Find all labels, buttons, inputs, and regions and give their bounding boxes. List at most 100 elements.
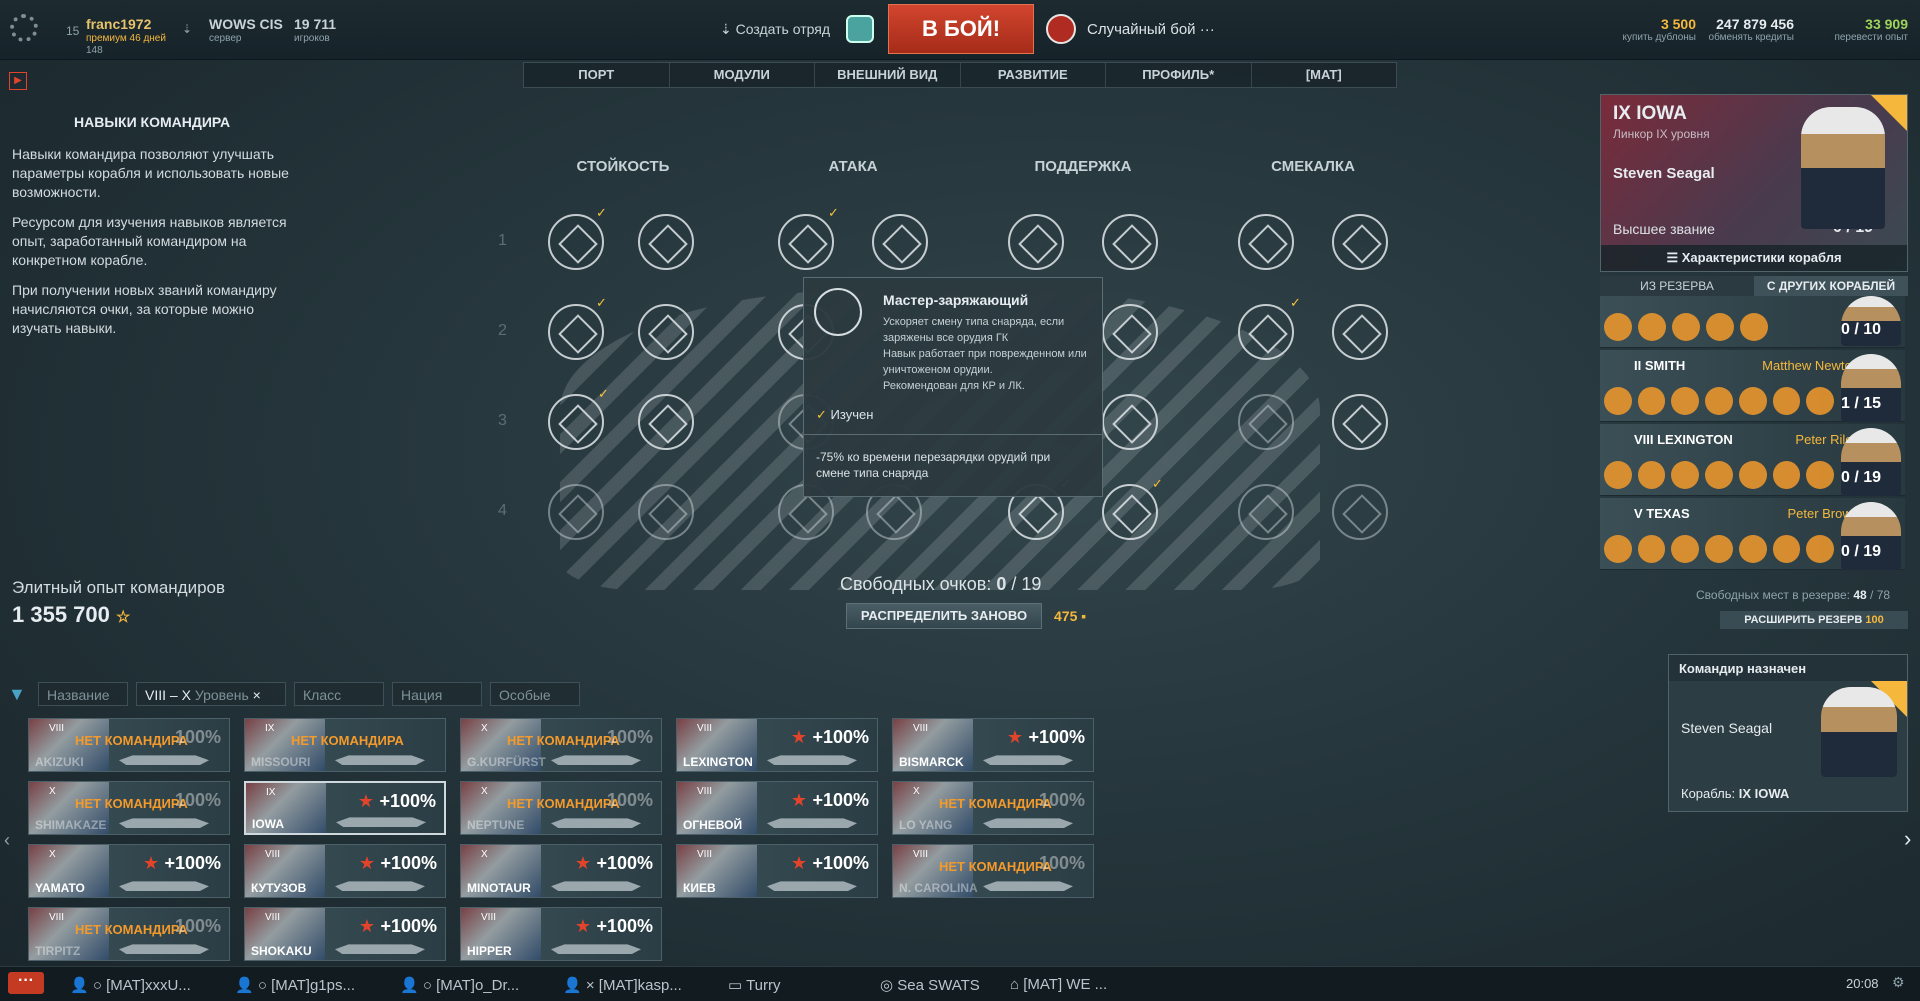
tab-from-reserve[interactable]: ИЗ РЕЗЕРВА	[1600, 276, 1754, 296]
ship-card[interactable]: IX ★ +100% IOWA	[244, 781, 446, 835]
reserve-commander-0[interactable]: 0 / 10	[1600, 296, 1905, 348]
ship-card[interactable]: VIII ★ +100% SHOKAKU	[244, 907, 446, 961]
skill-aa-defense-icon[interactable]	[1102, 394, 1158, 450]
chat-contact-4[interactable]: 👤 × [MAT]kasp...	[563, 976, 682, 994]
battle-mode-selector[interactable]: Случайный бой ···	[1087, 21, 1215, 38]
redistribute-button[interactable]: РАСПРЕДЕЛИТЬ ЗАНОВО	[846, 603, 1042, 629]
tab-appearance[interactable]: ВНЕШНИЙ ВИД	[815, 63, 961, 87]
credits[interactable]: 247 879 456 обменять кредиты	[1708, 16, 1794, 43]
skill-superintendent-icon[interactable]	[638, 394, 694, 450]
reserve-commander-3[interactable]: V TEXAS Peter Brown 0 / 19	[1600, 498, 1905, 570]
ship-card[interactable]: VIII НЕТ КОМАНДИРА 100% N. CAROLINA	[892, 844, 1094, 898]
ship-card[interactable]: VIII ★ +100% ОГНЕВОЙ	[676, 781, 878, 835]
skill-air-supremacy-icon[interactable]	[872, 214, 928, 270]
tab-modules[interactable]: МОДУЛИ	[670, 63, 815, 87]
ship-name: NEPTUNE	[467, 818, 525, 832]
chevron-right-icon[interactable]: ›	[1904, 826, 1911, 852]
skill-vigilance-icon[interactable]	[1332, 394, 1388, 450]
chevron-left-icon[interactable]: ‹	[4, 830, 10, 851]
squad-icon[interactable]	[846, 15, 874, 43]
tab-from-other-ships[interactable]: С ДРУГИХ КОРАБЛЕЙ	[1754, 276, 1908, 296]
learned-check-icon: ✓	[1152, 476, 1163, 491]
ship-card[interactable]: X ★ +100% MINOTAUR	[460, 844, 662, 898]
create-squad-button[interactable]: ⇣ Создать отряд	[720, 21, 830, 38]
battle-button[interactable]: В БОЙ!	[888, 4, 1034, 54]
reserve-commander-2[interactable]: VIII LEXINGTON Peter Riley 0 / 19	[1600, 424, 1905, 496]
filter-icon[interactable]: ▼	[8, 684, 26, 705]
skill-advanced-firing-icon[interactable]	[1102, 484, 1158, 540]
ship-card[interactable]: VIII НЕТ КОМАНДИРА 100% AKIZUKI	[28, 718, 230, 772]
tab-development[interactable]: РАЗВИТИЕ	[961, 63, 1106, 87]
skill-smoke-icon[interactable]	[638, 484, 694, 540]
expand-reserve-button[interactable]: РАСШИРИТЬ РЕЗЕРВ 100	[1720, 611, 1908, 629]
chat-contact-label: [MAT]g1ps...	[271, 977, 355, 994]
skill-engine-icon[interactable]	[1332, 304, 1388, 360]
ship-card[interactable]: VIII ★ +100% LEXINGTON	[676, 718, 878, 772]
chat-contact-1[interactable]: 👤 ○ [MAT]xxxU...	[70, 976, 191, 994]
ship-stats-button[interactable]: ☰ Характеристики корабля	[1601, 245, 1907, 271]
no-commander-label: НЕТ КОМАНДИРА	[75, 733, 188, 748]
settings-icon[interactable]: ⚙	[1892, 974, 1905, 991]
skill-radio-location-icon[interactable]	[1332, 484, 1388, 540]
chat-contact-label: Turry	[746, 977, 781, 994]
doubloons[interactable]: 3 500 купить дублоны	[1612, 16, 1696, 43]
skill-repair-icon[interactable]	[548, 304, 604, 360]
skill-high-alert-icon[interactable]	[548, 394, 604, 450]
ship-card[interactable]: X НЕТ КОМАНДИРА 100% SHIMAKAZE	[28, 781, 230, 835]
skill-fighter-icon[interactable]	[1102, 214, 1158, 270]
chat-contact-6[interactable]: ◎ Sea SWATS	[880, 976, 980, 994]
chevron-down-icon[interactable]: ⇣	[182, 22, 192, 36]
ship-card[interactable]: X НЕТ КОМАНДИРА 100% G.KURFÜRST	[460, 718, 662, 772]
ship-card[interactable]: VIII ★ +100% HIPPER	[460, 907, 662, 961]
chat-contact-3[interactable]: 👤 ○ [MAT]o_Dr...	[400, 976, 519, 994]
skill-incoming-fire-alert-icon[interactable]	[638, 214, 694, 270]
reserve-commander-1[interactable]: II SMITH Matthew Newton 1 / 15	[1600, 350, 1905, 422]
chat-contact-7[interactable]: ⌂ [MAT] WE ...	[1010, 976, 1107, 993]
ship-silhouette	[335, 944, 425, 954]
skill-fire-prevention-icon[interactable]	[1238, 394, 1294, 450]
skill-expert-marksman-icon[interactable]	[638, 304, 694, 360]
chat-menu-button[interactable]: ···	[8, 972, 44, 994]
tooltip-effect: -75% ко времени перезарядки орудий при с…	[816, 450, 1051, 480]
random-battle-icon[interactable]	[1046, 14, 1076, 44]
skill-grease-the-gears-icon[interactable]	[778, 214, 834, 270]
skill-torpedo-armament-icon[interactable]	[1238, 304, 1294, 360]
gear-icon[interactable]	[10, 14, 38, 42]
skill-torpedo-bomber-icon[interactable]	[1102, 304, 1158, 360]
ship-card[interactable]: VIII ★ +100% КУТУЗОВ	[244, 844, 446, 898]
tab-clan[interactable]: [MAT]	[1252, 63, 1397, 87]
ship-card[interactable]: X НЕТ КОМАНДИРА 100% NEPTUNE	[460, 781, 662, 835]
ship-exp-bonus: +100%	[380, 853, 437, 873]
commander-card[interactable]: IX IOWA Линкор IX уровня Steven Seagal В…	[1600, 94, 1908, 272]
ship-silhouette	[551, 818, 641, 828]
username[interactable]: franc1972	[86, 16, 151, 32]
ship-card[interactable]: VIII НЕТ КОМАНДИРА 100% TIRPITZ	[28, 907, 230, 961]
skill-torpedo-alert-icon[interactable]	[1238, 214, 1294, 270]
filter-special[interactable]: Особые	[490, 682, 580, 706]
info-paragraph-2: Ресурсом для изучения навыков является о…	[12, 214, 287, 268]
filter-tier[interactable]: VIII – X Уровень ×	[136, 682, 286, 706]
close-icon[interactable]: ×	[253, 687, 261, 703]
star-icon: ★	[790, 853, 807, 873]
ship-card[interactable]: X ★ +100% YAMATO	[28, 844, 230, 898]
server-name[interactable]: WOWS CIS	[209, 16, 283, 32]
ship-card[interactable]: VIII ★ +100% КИЕВ	[676, 844, 878, 898]
filter-class[interactable]: Класс	[294, 682, 384, 706]
ship-card[interactable]: X НЕТ КОМАНДИРА 100% LO YANG	[892, 781, 1094, 835]
free-exp[interactable]: 33 909 перевести опыт	[1812, 16, 1908, 43]
tab-port[interactable]: ПОРТ	[524, 63, 670, 87]
chat-contact-2[interactable]: 👤 ○ [MAT]g1ps...	[235, 976, 355, 994]
video-icon[interactable]: ▶	[9, 72, 27, 90]
skill-consumables-icon[interactable]	[1332, 214, 1388, 270]
skill-concealment-icon[interactable]	[1238, 484, 1294, 540]
ship-card[interactable]: VIII ★ +100% BISMARCK	[892, 718, 1094, 772]
skill-aa-icon[interactable]	[1008, 214, 1064, 270]
tab-profile[interactable]: ПРОФИЛЬ*	[1106, 63, 1252, 87]
chat-contact-5[interactable]: ▭ Turry	[728, 976, 781, 994]
skill-aa-manual-icon[interactable]	[548, 484, 604, 540]
filter-name-input[interactable]: Название	[38, 682, 128, 706]
ship-card[interactable]: IX НЕТ КОМАНДИРА MISSOURI	[244, 718, 446, 772]
reserve-free-value: 48	[1853, 588, 1867, 602]
skill-priority-target-icon[interactable]	[548, 214, 604, 270]
filter-nation[interactable]: Нация	[392, 682, 482, 706]
